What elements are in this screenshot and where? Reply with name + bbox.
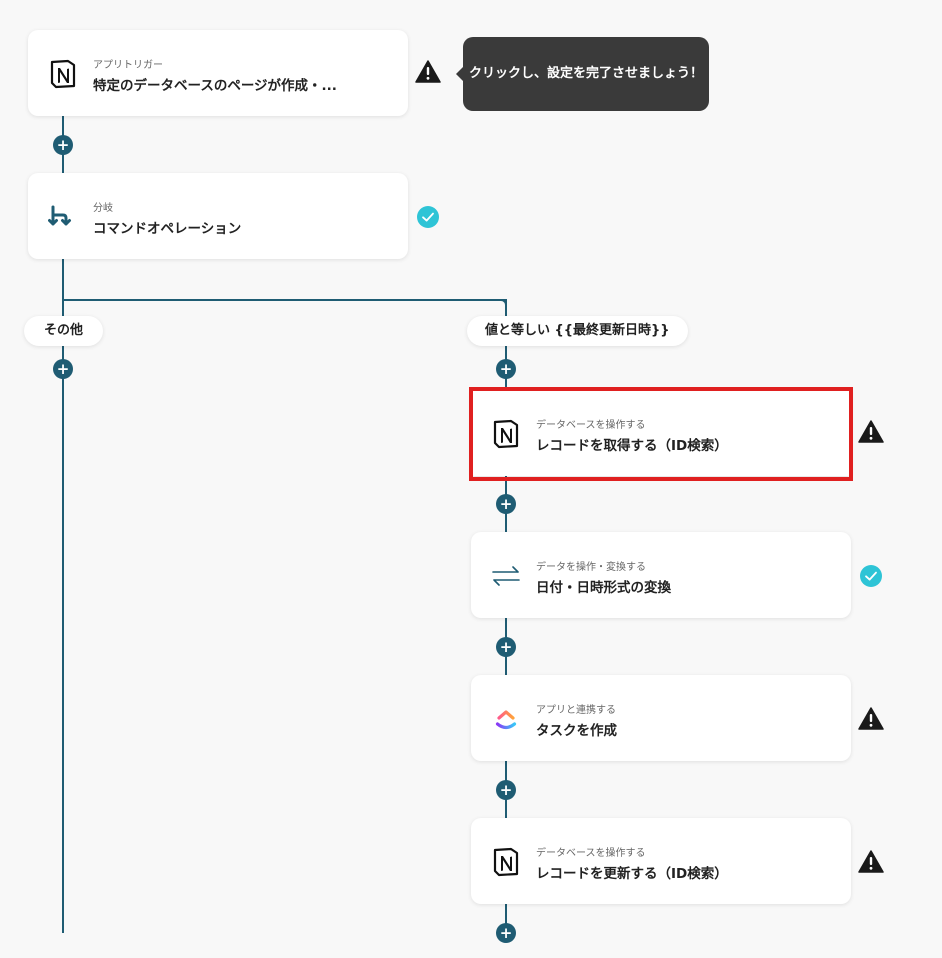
transform-icon	[492, 566, 520, 586]
add-step-button[interactable]: +	[496, 494, 516, 514]
trigger-card[interactable]: アプリトリガー 特定のデータベースのページが作成・...	[28, 30, 408, 116]
step-category: データを操作・変換する	[536, 562, 646, 573]
step-category: データベースを操作する	[536, 420, 646, 431]
step-card-get-record[interactable]: データベースを操作する レコードを取得する（ID検索）	[471, 390, 851, 476]
notion-icon	[493, 847, 519, 877]
branch-card[interactable]: 分岐 コマンドオペレーション	[28, 173, 408, 259]
warning-icon[interactable]	[415, 59, 441, 85]
step-title: レコードを更新する（ID検索）	[536, 866, 728, 882]
add-step-button[interactable]: +	[53, 359, 73, 379]
step-card-date-convert[interactable]: データを操作・変換する 日付・日時形式の変換	[471, 532, 851, 618]
check-icon	[859, 564, 883, 588]
trigger-title: 特定のデータベースのページが作成・...	[93, 78, 337, 94]
add-step-button[interactable]: +	[496, 923, 516, 943]
branch-label-condition[interactable]: 値と等しい {{最終更新日時}}	[467, 316, 688, 346]
add-step-button[interactable]: +	[496, 359, 516, 379]
branch-title: コマンドオペレーション	[93, 221, 242, 237]
notion-icon	[50, 59, 76, 89]
branch-icon	[48, 205, 71, 226]
step-category: アプリと連携する	[536, 705, 616, 716]
branch-corner	[497, 299, 507, 309]
tooltip-arrow	[456, 67, 463, 81]
check-icon	[416, 205, 440, 229]
notion-icon	[493, 419, 519, 449]
add-step-button[interactable]: +	[496, 637, 516, 657]
warning-icon[interactable]	[858, 706, 884, 732]
branch-category: 分岐	[93, 203, 113, 214]
add-step-button[interactable]: +	[53, 135, 73, 155]
step-category: データベースを操作する	[536, 848, 646, 859]
flow-line-branch-horizontal	[62, 299, 506, 301]
step-title: タスクを作成	[536, 723, 617, 739]
clickup-icon	[495, 710, 517, 730]
warning-icon[interactable]	[858, 419, 884, 445]
step-title: 日付・日時形式の変換	[536, 580, 671, 596]
step-title: レコードを取得する（ID検索）	[536, 438, 728, 454]
setup-tooltip: クリックし、設定を完了させましょう！	[456, 37, 709, 111]
step-card-create-task[interactable]: アプリと連携する タスクを作成	[471, 675, 851, 761]
tooltip-text: クリックし、設定を完了させましょう！	[468, 66, 703, 81]
warning-icon[interactable]	[858, 849, 884, 875]
trigger-category: アプリトリガー	[93, 60, 163, 71]
step-card-update-record[interactable]: データベースを操作する レコードを更新する（ID検索）	[471, 818, 851, 904]
branch-label-other[interactable]: その他	[24, 316, 104, 346]
add-step-button[interactable]: +	[496, 780, 516, 800]
